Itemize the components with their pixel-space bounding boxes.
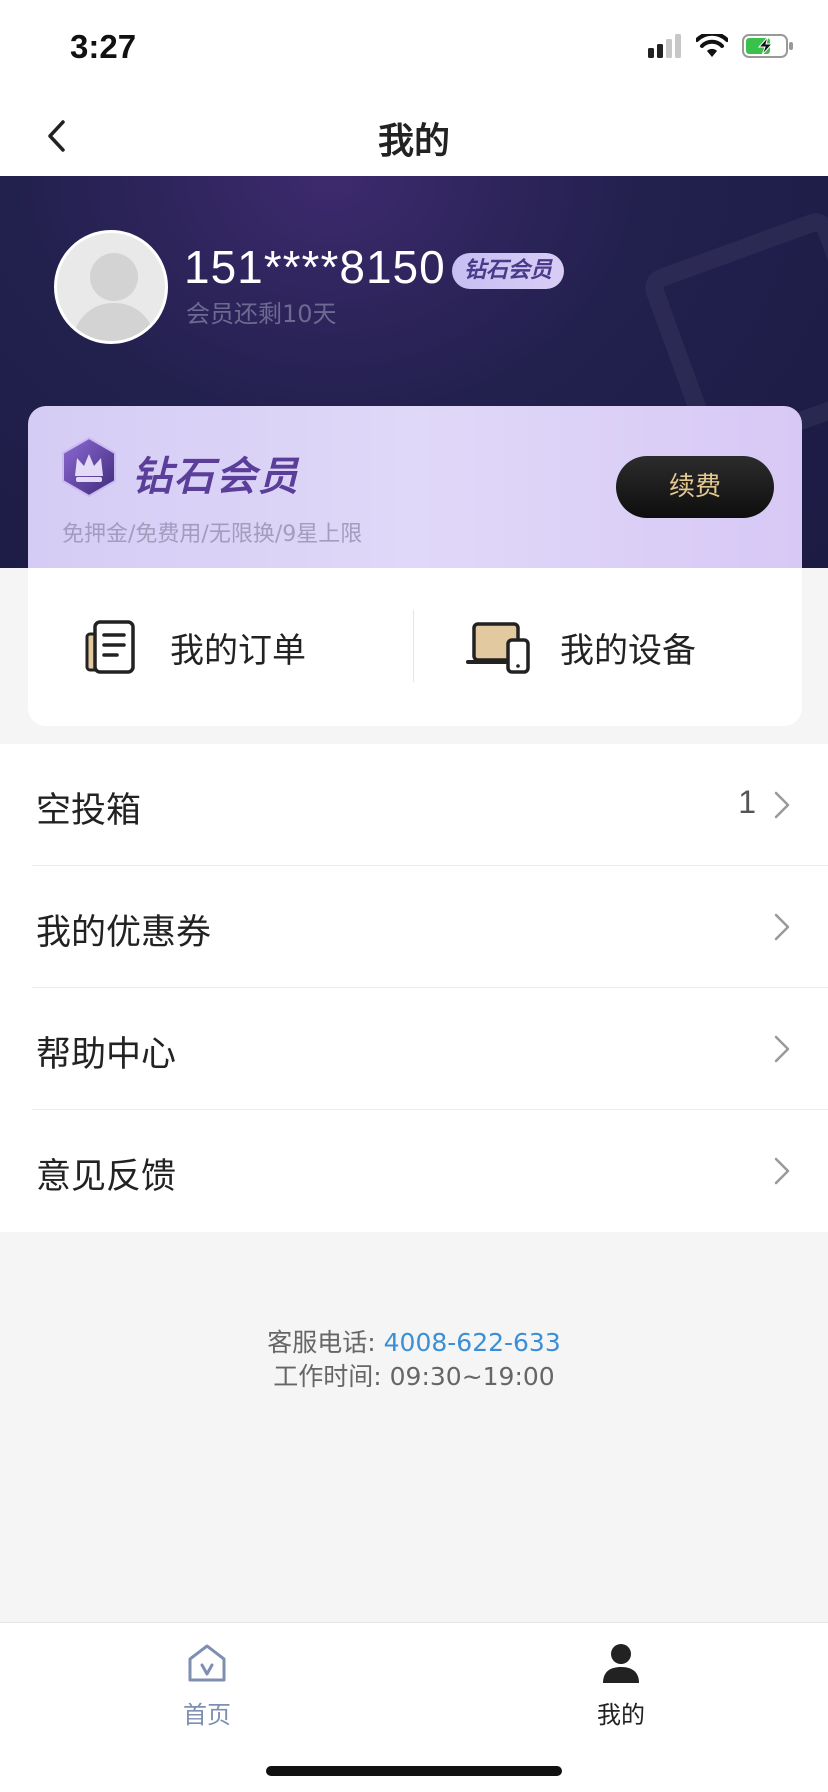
status-bar: 3:27 <box>0 0 828 96</box>
user-phone: 151****8150 <box>184 241 446 293</box>
tab-home[interactable]: 首页 <box>147 1641 267 1730</box>
menu-item-label: 帮助中心 <box>36 1035 177 1075</box>
quick-actions-divider <box>413 610 414 682</box>
avatar-body <box>73 303 155 341</box>
menu-item-count: 1 <box>738 784 756 820</box>
menu-item-label: 意见反馈 <box>36 1157 177 1197</box>
diamond-crown-icon <box>62 436 116 498</box>
my-orders-label: 我的订单 <box>170 630 306 671</box>
customer-service-info: 客服电话: 4008-622-633 工作时间: 09:30~19:00 <box>0 1326 828 1394</box>
orders-icon <box>85 620 135 674</box>
devices-icon <box>466 622 530 674</box>
my-orders-button[interactable]: 我的订单 <box>84 618 306 676</box>
home-icon <box>188 1644 226 1682</box>
menu-item-coupons[interactable]: 我的优惠券 <box>32 866 828 988</box>
status-icons <box>648 34 794 58</box>
menu-item-label: 我的优惠券 <box>36 913 212 953</box>
page-title: 我的 <box>377 121 450 162</box>
vip-remaining-days: 会员还剩10天 <box>186 300 337 328</box>
quick-actions-panel: 我的订单 我的设备 <box>28 568 802 726</box>
avatar[interactable] <box>54 230 168 344</box>
home-indicator <box>266 1766 562 1776</box>
chevron-right-icon <box>774 1035 790 1063</box>
my-devices-label: 我的设备 <box>560 630 696 671</box>
vip-badge: 钻石会员 <box>452 253 565 289</box>
service-phone-link[interactable]: 4008-622-633 <box>384 1328 561 1357</box>
chevron-right-icon <box>774 791 790 819</box>
cellular-signal-icon <box>648 34 681 58</box>
renew-button[interactable]: 续费 <box>616 456 774 518</box>
wifi-icon <box>696 34 728 57</box>
avatar-head <box>90 253 138 301</box>
tab-mine-label: 我的 <box>597 1701 645 1729</box>
battery-charging-icon <box>742 34 793 58</box>
user-icon <box>603 1644 639 1683</box>
menu-item-label: 空投箱 <box>36 791 142 831</box>
menu-item-airdrop-box[interactable]: 空投箱 1 <box>32 744 828 866</box>
service-phone-prefix: 客服电话: <box>267 1328 376 1357</box>
nav-bar: 我的 <box>0 96 828 176</box>
service-hours: 工作时间: 09:30~19:00 <box>273 1362 555 1391</box>
menu-item-help-center[interactable]: 帮助中心 <box>32 988 828 1110</box>
chevron-right-icon <box>774 913 790 941</box>
chevron-right-icon <box>774 1157 790 1185</box>
tab-mine[interactable]: 我的 <box>561 1641 681 1730</box>
menu-item-feedback[interactable]: 意见反馈 <box>32 1110 828 1232</box>
vip-card-title: 钻石会员 <box>132 454 300 500</box>
tab-home-label: 首页 <box>183 1701 231 1729</box>
vip-card[interactable]: 钻石会员 免押金/免费用/无限换/9星上限 续费 <box>28 406 802 570</box>
vip-card-benefits: 免押金/免费用/无限换/9星上限 <box>62 522 363 547</box>
status-time: 3:27 <box>70 28 137 65</box>
service-phone-line: 客服电话: 4008-622-633 <box>0 1326 828 1360</box>
menu-list: 空投箱 1 我的优惠券 帮助中心 意见反馈 <box>0 744 828 1232</box>
my-devices-button[interactable]: 我的设备 <box>466 618 696 676</box>
